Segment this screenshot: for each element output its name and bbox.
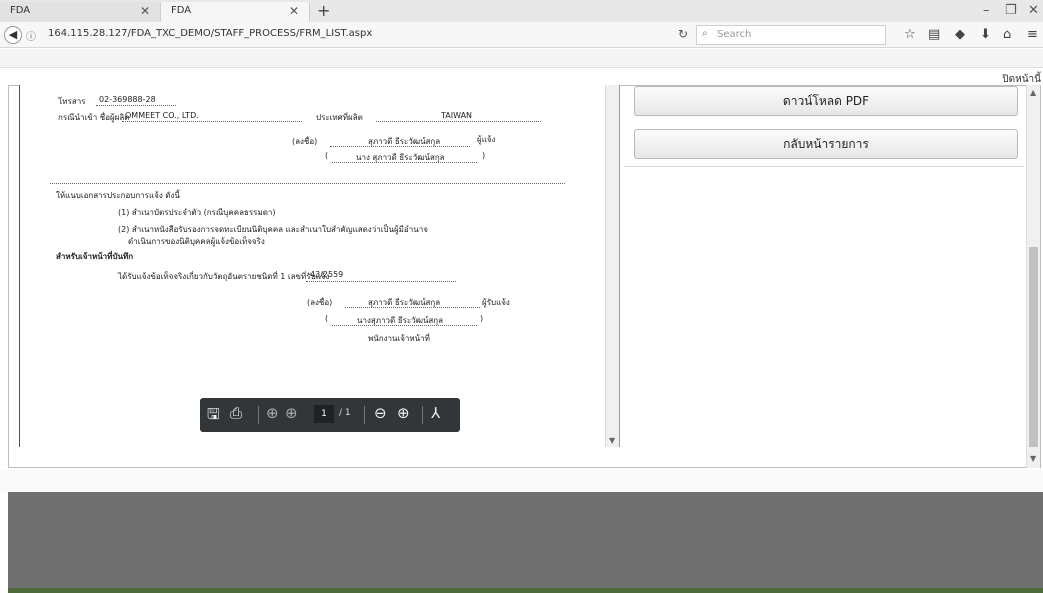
attach-item-2b: ดำเนินการของนิติบุคคลผู้แจ้งข้อเท็จจริง — [128, 237, 265, 246]
menu-icon[interactable]: ≡ — [1027, 27, 1038, 42]
chevron-down-icon[interactable]: ▼ — [609, 436, 615, 445]
footer-accent-line — [8, 588, 1043, 593]
info-icon[interactable]: ⓘ — [26, 28, 36, 43]
attach-item-1: (1) สำเนาบัตรประจำตัว (กรณีบุคคลธรรมดา) — [118, 208, 276, 217]
officer-title: พนักงานเจ้าหน้าที่ — [368, 334, 430, 343]
bracket-close-2: ) — [480, 314, 484, 323]
received-underline — [306, 281, 456, 282]
importer-label: กรณีนำเข้า ชื่อผู้ผลิต — [58, 113, 130, 122]
download-icon[interactable]: ⬇ — [980, 27, 991, 42]
country-label: ประเทศที่ผลิต — [316, 113, 363, 122]
window-close-icon[interactable]: ✕ — [1028, 3, 1039, 18]
pdf-page: โทรสาร 02-369888-28 กรณีนำเข้า ชื่อผู้ผล… — [20, 85, 611, 447]
restore-icon[interactable]: ❐ — [1005, 3, 1017, 18]
page-footer — [8, 492, 1043, 593]
signer2-full-underline — [332, 325, 477, 326]
bracket-close: ) — [482, 151, 486, 160]
close-icon[interactable]: ✕ — [140, 4, 150, 18]
new-tab-icon[interactable]: + — [317, 1, 330, 20]
toolbar-separator — [258, 406, 259, 424]
bookmarks-library-icon[interactable]: ▤ — [928, 27, 940, 42]
toolbar-separator — [422, 406, 423, 424]
panel-divider — [624, 166, 1024, 167]
save-icon[interactable]: 🖫 — [207, 404, 220, 429]
fax-underline — [96, 105, 176, 106]
fax-value: 02-369888-28 — [99, 95, 156, 104]
previous-page-icon[interactable]: ⊕ — [266, 404, 279, 422]
manufacturer-underline — [122, 121, 302, 122]
reload-icon[interactable]: ↻ — [678, 27, 688, 41]
sign-label-2: (ลงชื่อ) — [307, 298, 333, 307]
bracket-open: ( — [325, 151, 329, 160]
officer-heading: สำหรับเจ้าหน้าที่บันทึก — [56, 252, 134, 261]
minimize-icon[interactable]: – — [983, 3, 990, 18]
download-pdf-button[interactable]: ดาวน์โหลด PDF — [634, 86, 1018, 116]
chevron-down-icon[interactable]: ▼ — [1030, 454, 1036, 463]
search-input[interactable]: ⌕ Search — [696, 25, 886, 45]
acrobat-icon[interactable]: ⅄ — [431, 404, 440, 422]
navigation-bar: ◀ ⓘ 164.115.28.127/FDA_TXC_DEMO/STAFF_PR… — [0, 22, 1043, 48]
page-number-input[interactable]: 1 — [314, 405, 334, 423]
attach-heading: ให้แนบเอกสารประกอบการแจ้ง ดังนี้ — [56, 191, 180, 200]
pocket-icon[interactable]: ◆ — [955, 27, 965, 42]
tab-fda-2[interactable]: FDA ✕ — [160, 2, 310, 22]
pdf-scrollbar[interactable]: ▼ — [605, 85, 619, 447]
sign-label-1: (ลงชื่อ) — [292, 137, 318, 146]
table-strip — [0, 470, 1043, 492]
search-icon: ⌕ — [702, 28, 708, 39]
section-divider — [50, 183, 565, 184]
signer2-underline — [345, 307, 480, 308]
home-icon[interactable]: ⌂ — [1003, 27, 1011, 42]
country-underline — [376, 121, 541, 122]
chevron-up-icon[interactable]: ▲ — [1030, 88, 1036, 97]
role-1: ผู้แจ้ง — [477, 135, 496, 144]
page-total: / 1 — [339, 408, 351, 418]
next-page-icon[interactable]: ⊕ — [285, 404, 298, 422]
country-value: TAIWAN — [441, 111, 473, 120]
back-arrow-icon[interactable]: ◀ — [4, 26, 22, 44]
signer1-underline — [330, 146, 470, 147]
received-number: 43/2559 — [310, 270, 344, 279]
tab-bar: FDA ✕ FDA ✕ + – ❐ ✕ — [0, 0, 1043, 22]
url-field[interactable]: 164.115.28.127/FDA_TXC_DEMO/STAFF_PROCES… — [44, 26, 669, 44]
page-header-strip — [0, 49, 1043, 68]
search-placeholder: Search — [717, 29, 752, 40]
signer1-full-underline — [332, 162, 477, 163]
toolbar-separator — [364, 406, 365, 424]
tab-label: FDA — [10, 5, 31, 16]
role-2: ผู้รับแจ้ง — [482, 298, 510, 307]
received-text: ได้รับแจ้งข้อเท็จจริงเกี่ยวกับวัตถุอันตร… — [118, 272, 330, 281]
zoom-in-icon[interactable]: ⊕ — [397, 404, 410, 422]
bracket-open-2: ( — [325, 314, 329, 323]
zoom-out-icon[interactable]: ⊖ — [374, 404, 387, 422]
print-icon[interactable]: ⎙ — [230, 404, 242, 422]
close-icon[interactable]: ✕ — [289, 4, 299, 18]
back-to-list-button[interactable]: กลับหน้ารายการ — [634, 129, 1018, 159]
pdf-viewer[interactable]: โทรสาร 02-369888-28 กรณีนำเข้า ชื่อผู้ผล… — [19, 85, 620, 447]
tab-label: FDA — [171, 5, 192, 16]
fax-label: โทรสาร — [58, 97, 86, 106]
manufacturer-value: OMMEET CO., LTD. — [125, 111, 199, 120]
panel-scrollbar-thumb[interactable] — [1029, 247, 1038, 447]
bookmark-star-icon[interactable]: ☆ — [904, 27, 916, 42]
tab-fda-1[interactable]: FDA ✕ — [0, 2, 160, 22]
